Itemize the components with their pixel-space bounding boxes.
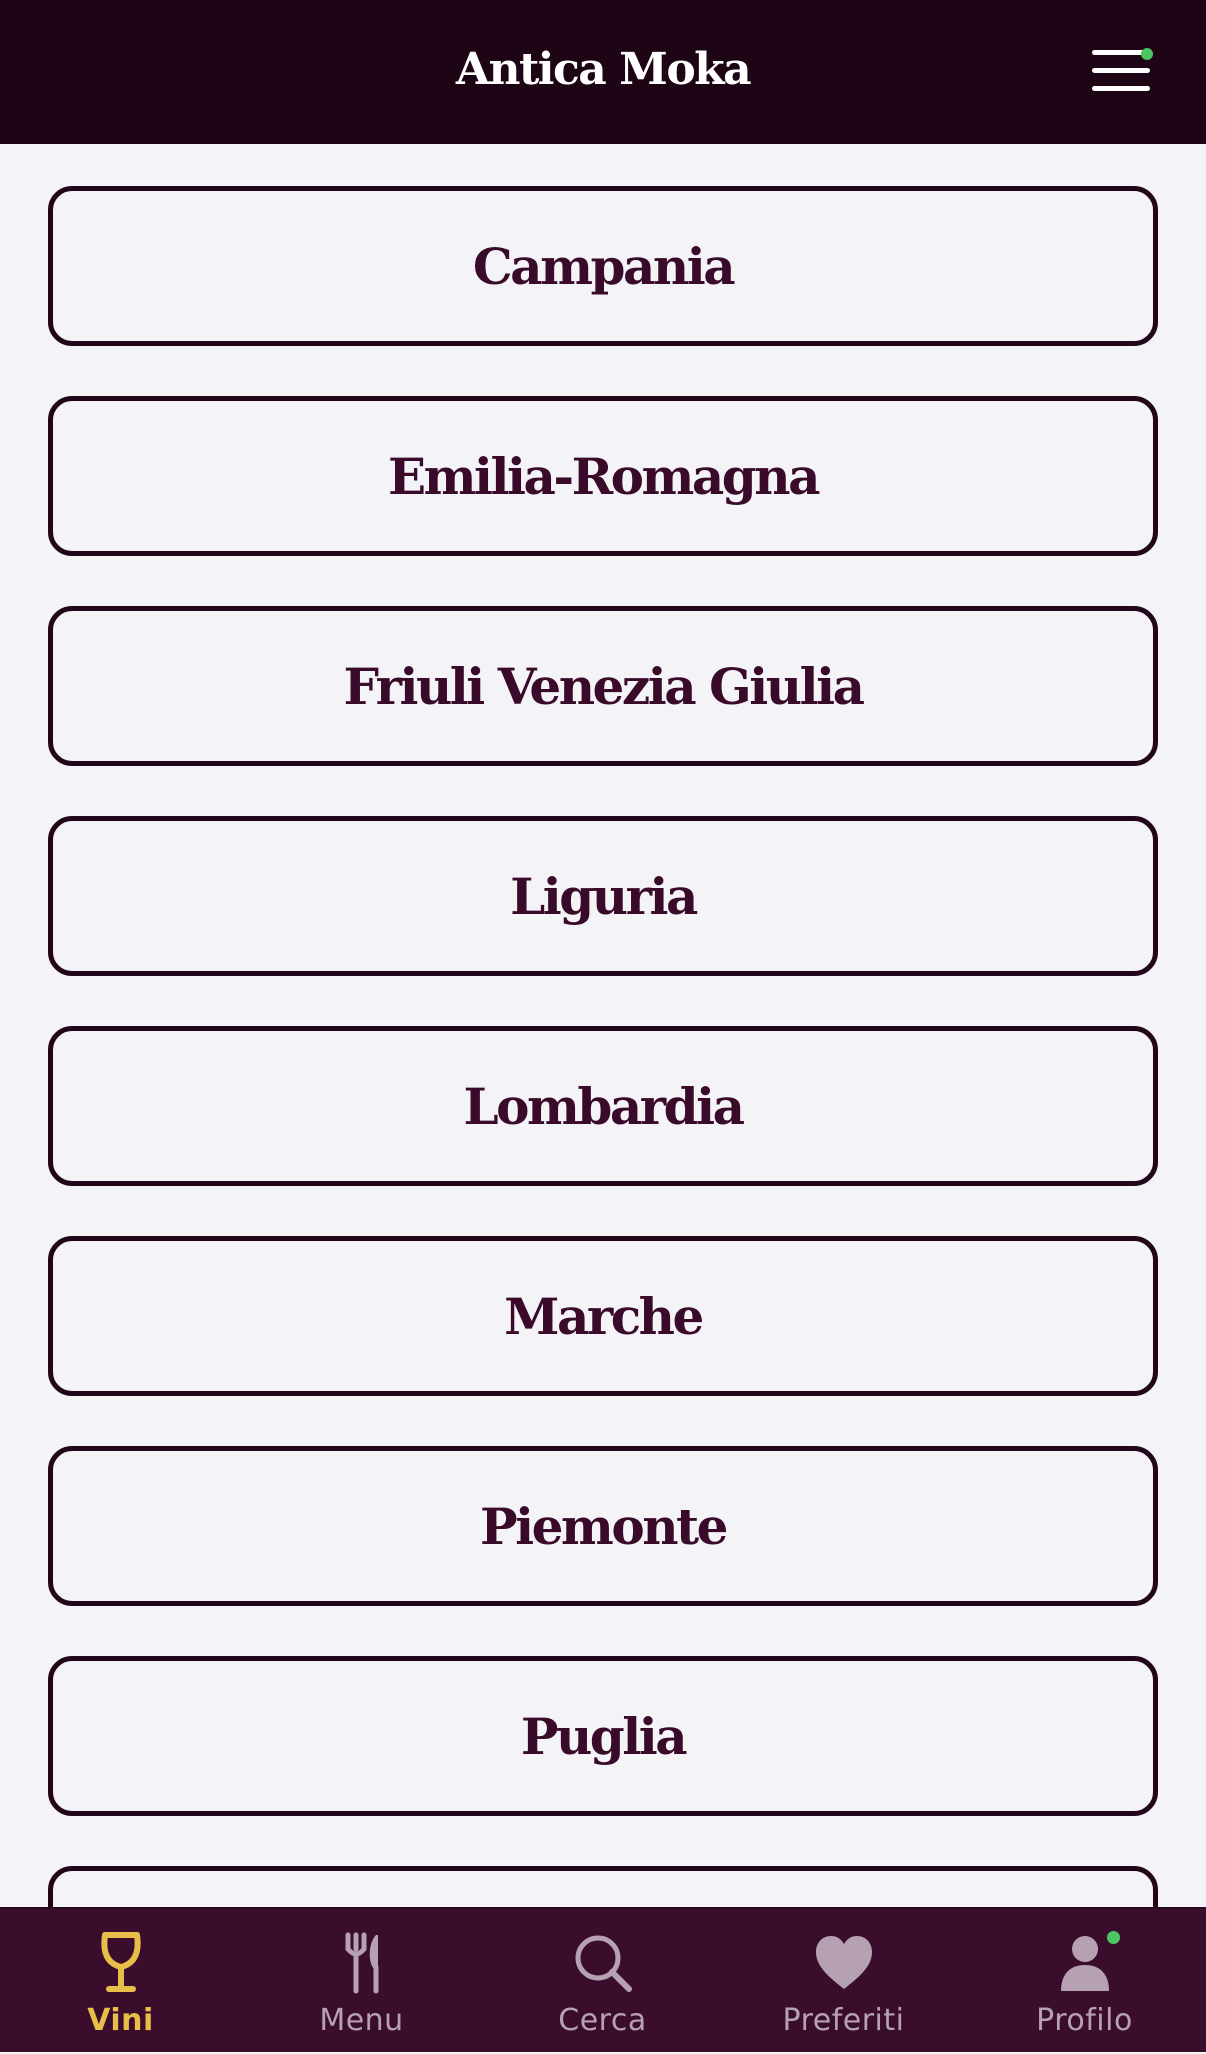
region-label: Puglia	[520, 1706, 688, 1766]
app-header: Antica Moka	[0, 0, 1206, 144]
region-label: Friuli Venezia Giulia	[343, 656, 865, 716]
region-button-friuli-venezia-giulia[interactable]: Friuli Venezia Giulia	[48, 606, 1158, 766]
region-button-marche[interactable]: Marche	[48, 1236, 1158, 1396]
tab-label: Profilo	[1036, 2003, 1133, 2038]
fork-knife-icon	[345, 1932, 378, 1994]
region-label: Liguria	[510, 866, 698, 926]
heart-icon	[815, 1936, 872, 1989]
tab-label: Cerca	[558, 2003, 647, 2038]
region-label: Campania	[472, 236, 736, 296]
region-label: Lombardia	[463, 1076, 745, 1136]
tab-label: Vini	[87, 2003, 154, 2038]
notification-dot	[1107, 1931, 1120, 1944]
tab-preferiti[interactable]: Preferiti	[723, 1909, 964, 2054]
region-button-emilia-romagna[interactable]: Emilia-Romagna	[48, 396, 1158, 556]
region-label: Marche	[504, 1286, 704, 1346]
tab-label: Menu	[319, 2003, 404, 2038]
tab-menu[interactable]: Menu	[241, 1909, 482, 2054]
region-button-campania[interactable]: Campania	[48, 186, 1158, 346]
tab-label: Preferiti	[782, 2003, 905, 2038]
wine-glass-icon	[100, 1932, 141, 1992]
bottom-tab-bar: Vini Menu Cerca Preferiti Profilo	[0, 1907, 1206, 2052]
app-title: Antica Moka	[455, 44, 752, 95]
hamburger-menu-icon[interactable]	[1090, 40, 1154, 100]
tab-vini[interactable]: Vini	[0, 1909, 241, 2054]
region-button-lombardia[interactable]: Lombardia	[48, 1026, 1158, 1186]
region-label: Piemonte	[480, 1496, 728, 1556]
region-button-puglia[interactable]: Puglia	[48, 1656, 1158, 1816]
region-button-liguria[interactable]: Liguria	[48, 816, 1158, 976]
region-button-piemonte[interactable]: Piemonte	[48, 1446, 1158, 1606]
search-icon	[575, 1935, 632, 1992]
notification-dot	[1141, 48, 1153, 60]
tab-profilo[interactable]: Profilo	[964, 1909, 1205, 2054]
region-label: Emilia-Romagna	[387, 446, 821, 506]
tab-cerca[interactable]: Cerca	[482, 1909, 723, 2054]
